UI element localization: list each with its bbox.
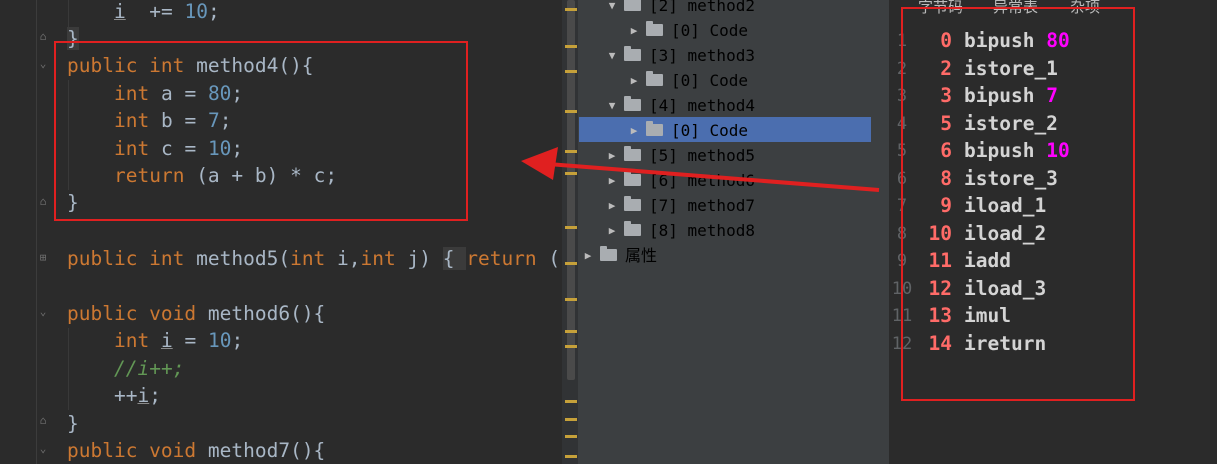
annotation-arrow: [521, 147, 880, 192]
